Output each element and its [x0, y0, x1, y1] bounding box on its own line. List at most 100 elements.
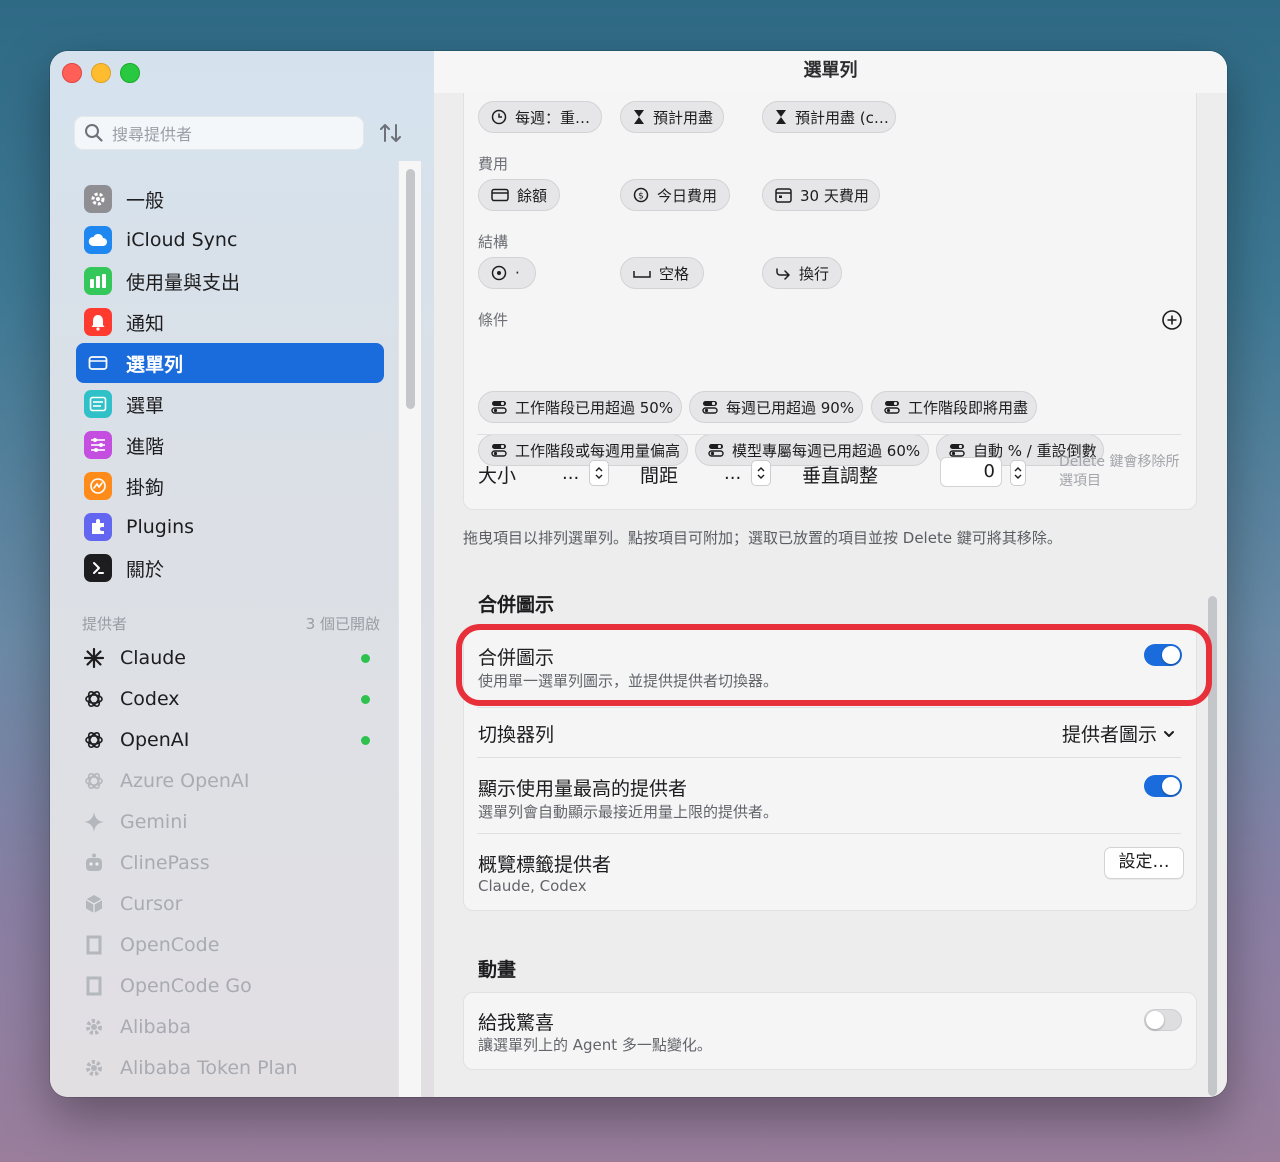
card-icon	[491, 188, 509, 202]
target-icon	[491, 265, 507, 281]
chip-30-day-cost[interactable]: 30 天費用	[762, 179, 880, 211]
sidebar-item-usage[interactable]: 使用量與支出	[76, 261, 384, 301]
size-stepper[interactable]	[589, 460, 609, 486]
cloud-icon	[84, 226, 112, 254]
add-condition-icon[interactable]	[1161, 309, 1183, 335]
square-icon	[82, 933, 106, 957]
provider-alibaba[interactable]: Alibaba	[82, 1008, 382, 1046]
sidebar-item-label: 關於	[126, 558, 165, 581]
sidebar-item-icloud-sync[interactable]: iCloud Sync	[76, 220, 384, 260]
provider-codex[interactable]: Codex	[82, 680, 382, 718]
space-icon	[633, 267, 651, 279]
openai-icon	[82, 687, 106, 711]
providers-header: 提供者 3 個已開啟	[82, 613, 380, 634]
chip-session-near-depletion[interactable]: 工作階段即將用盡	[871, 391, 1037, 423]
provider-label: ClinePass	[120, 852, 210, 874]
toggle-knob	[1162, 777, 1180, 795]
search-input[interactable]	[110, 116, 354, 152]
scrollbar-thumb[interactable]	[406, 169, 415, 409]
menubar-icon	[84, 349, 112, 377]
provider-label: Gemini	[120, 811, 188, 833]
chip-projected-depletion[interactable]: 預計用盡	[620, 101, 724, 133]
return-arrow-icon	[775, 266, 791, 280]
structure-section-label: 結構	[478, 233, 509, 251]
surprise-me-toggle[interactable]	[1144, 1009, 1182, 1031]
sidebar-item-menubar[interactable]: 選單列	[76, 343, 384, 383]
highest-usage-subtitle: 選單列會自動顯示最接近用量上限的提供者。	[478, 803, 779, 821]
sidebar-item-label: 選單	[126, 394, 165, 417]
switcher-bar-label: 切換器列	[478, 724, 555, 746]
chip-today-cost[interactable]: $ 今日費用	[620, 179, 730, 211]
enabled-indicator	[361, 736, 370, 745]
provider-label: Claude	[120, 647, 186, 669]
search-field[interactable]	[74, 116, 364, 152]
sidebar-item-general[interactable]: 一般	[76, 179, 384, 219]
toggle-pair-icon	[708, 442, 724, 458]
animation-section-title: 動畫	[478, 959, 517, 981]
chevron-down-icon	[1163, 724, 1175, 743]
chip-space[interactable]: 空格	[620, 257, 704, 289]
window-title: 選單列	[803, 60, 858, 81]
provider-openai[interactable]: OpenAI	[82, 721, 382, 759]
overview-settings-button[interactable]: 設定…	[1104, 847, 1184, 879]
zoom-window-button[interactable]	[120, 63, 140, 83]
chip-weekly-over-90[interactable]: 每週已用超過 90%	[689, 391, 863, 423]
search-icon	[84, 123, 104, 147]
openai-icon	[82, 769, 106, 793]
gear-icon	[82, 1056, 106, 1080]
spacing-label: 間距	[640, 465, 679, 487]
sparkle-icon	[82, 810, 106, 834]
chip-label: 預計用盡 (c…	[795, 108, 889, 127]
provider-clinepass[interactable]: ClinePass	[82, 844, 382, 882]
sidebar-item-label: 進階	[126, 435, 165, 458]
animation-card	[463, 992, 1197, 1070]
sidebar-item-hooks[interactable]: 掛鉤	[76, 466, 384, 506]
spacing-stepper[interactable]	[751, 460, 771, 486]
provider-claude[interactable]: Claude	[82, 639, 382, 677]
sidebar-item-label: 使用量與支出	[126, 271, 241, 294]
chip-balance[interactable]: 餘額	[478, 179, 560, 211]
bar-chart-icon	[84, 267, 112, 295]
sidebar-item-advanced[interactable]: 進階	[76, 425, 384, 465]
highest-usage-title: 顯示使用量最高的提供者	[478, 778, 688, 800]
vertical-adjust-stepper[interactable]	[1010, 460, 1026, 486]
chip-newline[interactable]: 換行	[762, 257, 842, 289]
vertical-adjust-input[interactable]: 0	[940, 457, 1002, 487]
chip-label: 工作階段已用超過 50%	[515, 398, 674, 417]
chip-label: ·	[515, 264, 520, 282]
sidebar-item-plugins[interactable]: Plugins	[76, 507, 384, 547]
provider-opencode[interactable]: OpenCode	[82, 926, 382, 964]
menu-icon	[84, 390, 112, 418]
highest-usage-toggle[interactable]	[1144, 775, 1182, 797]
chip-session-over-50[interactable]: 工作階段已用超過 50%	[478, 391, 682, 423]
provider-gemini[interactable]: Gemini	[82, 803, 382, 841]
provider-cursor[interactable]: Cursor	[82, 885, 382, 923]
sidebar-item-label: 選單列	[126, 353, 184, 376]
chip-weekly-reset[interactable]: 每週：重…	[478, 101, 602, 133]
cost-section-label: 費用	[478, 155, 509, 173]
divider	[477, 757, 1181, 758]
minimize-window-button[interactable]	[91, 63, 111, 83]
provider-azure-openai[interactable]: Azure OpenAI	[82, 762, 382, 800]
chip-projected-depletion-c[interactable]: 預計用盡 (c…	[762, 101, 896, 133]
close-window-button[interactable]	[62, 63, 82, 83]
switcher-bar-select[interactable]: 提供者圖示	[1062, 720, 1175, 747]
sort-icon[interactable]	[378, 121, 404, 149]
chip-label: 預計用盡	[653, 108, 714, 127]
sidebar-item-menu[interactable]: 選單	[76, 384, 384, 424]
sidebar-item-label: 通知	[126, 312, 165, 335]
sidebar-item-notifications[interactable]: 通知	[76, 302, 384, 342]
surprise-me-subtitle: 讓選單列上的 Agent 多一點變化。	[478, 1036, 712, 1054]
provider-opencode-go[interactable]: OpenCode Go	[82, 967, 382, 1005]
providers-count: 3 個已開啟	[305, 615, 380, 633]
provider-alibaba-token-plan[interactable]: Alibaba Token Plan	[82, 1049, 382, 1087]
claude-icon	[82, 646, 106, 670]
menubar-items-card: 每週：重… 預計用盡 預計用盡 (c… 費用 餘額 $ 今日費用 30 天費用	[463, 93, 1197, 510]
main-pane: 選單列 每週：重… 預計用盡 預計用盡 (c… 費用 餘額 $ 今日費用 30 …	[434, 51, 1227, 1097]
sidebar-item-label: Plugins	[126, 516, 195, 538]
hourglass-icon	[633, 109, 645, 125]
sidebar-item-about[interactable]: 關於	[76, 548, 384, 588]
chip-dot-separator[interactable]: ·	[478, 257, 536, 289]
sidebar-scrollbar[interactable]	[398, 161, 421, 1097]
merge-section-title: 合併圖示	[478, 594, 555, 616]
